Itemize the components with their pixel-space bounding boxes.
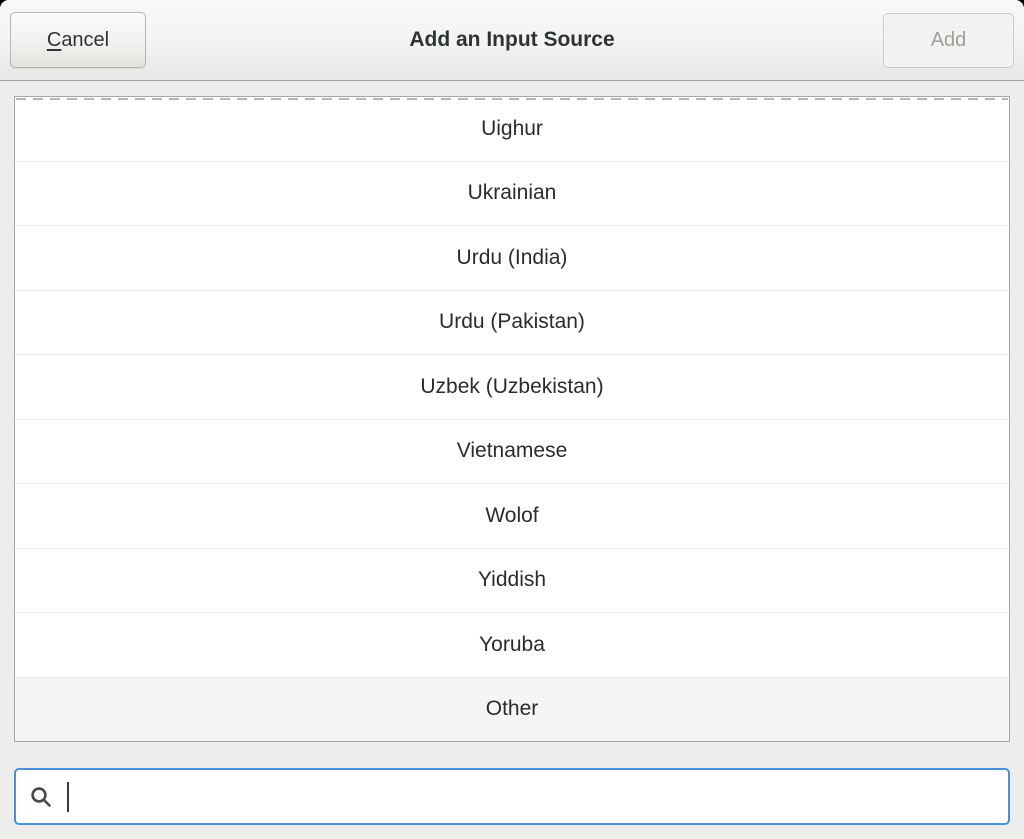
add-button-label: Add [931, 29, 967, 52]
page-title: Add an Input Source [0, 28, 1024, 52]
list-item[interactable]: Yiddish [15, 548, 1009, 613]
list-item-label: Ukrainian [468, 181, 557, 205]
list-item-label: Yiddish [478, 568, 546, 592]
list-item-label: Uighur [481, 117, 543, 141]
search-input[interactable] [14, 768, 1010, 825]
list-item-label: Uzbek (Uzbekistan) [420, 375, 603, 399]
add-button[interactable]: Add [883, 13, 1014, 68]
search-icon [29, 785, 53, 809]
scroll-undershoot-indicator [16, 98, 1008, 100]
list-item-label: Vietnamese [457, 439, 568, 463]
cancel-button-label: ancel [61, 29, 109, 51]
list-item-label: Urdu (Pakistan) [439, 310, 585, 334]
input-source-list: Uighur Ukrainian Urdu (India) Urdu (Paki… [14, 96, 1010, 742]
list-item[interactable]: Yoruba [15, 612, 1009, 677]
list-item-label: Yoruba [479, 633, 545, 657]
list-item-label: Wolof [485, 504, 538, 528]
cancel-button[interactable]: Cancel [10, 12, 146, 68]
list-item-label: Other [486, 697, 539, 721]
list-item-other[interactable]: Other [15, 677, 1009, 742]
list-item[interactable]: Uighur [15, 97, 1009, 161]
list-item[interactable]: Urdu (Pakistan) [15, 290, 1009, 355]
cancel-button-mnemonic: C [47, 29, 61, 51]
list-item[interactable]: Wolof [15, 483, 1009, 548]
list-item-label: Urdu (India) [457, 246, 568, 270]
list-item[interactable]: Ukrainian [15, 161, 1009, 226]
add-input-source-dialog: Add an Input Source Cancel Add Uighur Uk… [0, 0, 1024, 839]
text-cursor [67, 782, 69, 812]
list-item[interactable]: Uzbek (Uzbekistan) [15, 354, 1009, 419]
header-bar: Add an Input Source Cancel Add [0, 0, 1024, 81]
list-item[interactable]: Vietnamese [15, 419, 1009, 484]
list-item[interactable]: Urdu (India) [15, 225, 1009, 290]
